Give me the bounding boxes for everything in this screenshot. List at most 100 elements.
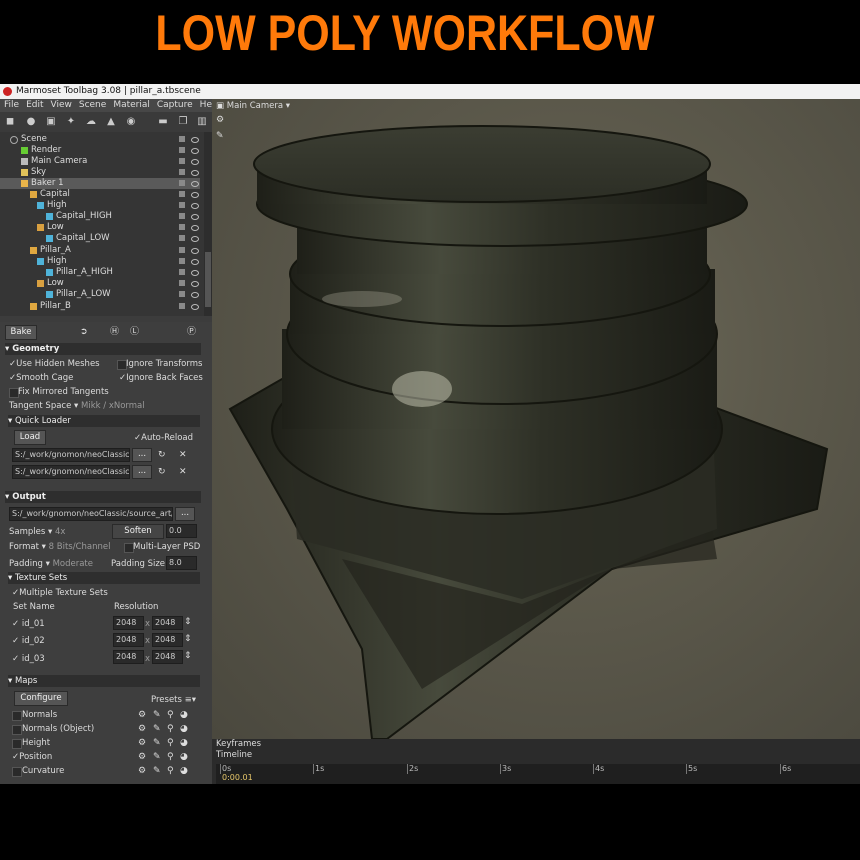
- lock-icon[interactable]: [179, 291, 185, 297]
- eye-icon[interactable]: [191, 259, 199, 265]
- output-icon[interactable]: ◕: [180, 766, 188, 776]
- res-width-field[interactable]: 2048: [113, 633, 144, 647]
- map-checkbox[interactable]: [12, 725, 22, 735]
- output-header[interactable]: ▾ Output: [5, 491, 201, 503]
- presets-dropdown[interactable]: Presets ≡▾: [151, 694, 196, 706]
- eye-icon[interactable]: [191, 214, 199, 220]
- output-icon[interactable]: ◕: [180, 724, 188, 734]
- padding-select[interactable]: Padding ▾ Moderate: [9, 558, 93, 570]
- maps-header[interactable]: ▾ Maps: [8, 675, 200, 687]
- format-select[interactable]: Format ▾ 8 Bits/Channel: [9, 541, 110, 553]
- camera-icon[interactable]: ▣: [46, 117, 56, 127]
- lock-icon[interactable]: [179, 191, 185, 197]
- tool-icon[interactable]: ✦: [66, 117, 76, 127]
- output-icon[interactable]: ◕: [180, 710, 188, 720]
- edit-icon[interactable]: ✎: [153, 724, 161, 734]
- tree-item-pillar-b[interactable]: Pillar_B: [0, 301, 200, 312]
- edit-icon[interactable]: ✎: [153, 752, 161, 762]
- ignore-back-faces-checkbox[interactable]: ✓Ignore Back Faces: [119, 372, 203, 384]
- close-icon[interactable]: ✕: [179, 467, 187, 477]
- bake-button[interactable]: Bake: [5, 325, 37, 340]
- padding-size-field[interactable]: 8.0: [166, 556, 197, 570]
- eye-icon[interactable]: [191, 281, 199, 287]
- search-icon[interactable]: ⚲: [167, 766, 174, 776]
- gear-icon[interactable]: ⚙: [138, 724, 146, 734]
- lock-icon[interactable]: [179, 180, 185, 186]
- eye-icon[interactable]: [191, 248, 199, 254]
- configure-button[interactable]: Configure: [14, 691, 68, 706]
- gear-icon[interactable]: ⚙: [138, 752, 146, 762]
- lock-icon[interactable]: [179, 258, 185, 264]
- menu-material[interactable]: Material: [113, 100, 150, 110]
- menu-file[interactable]: File: [4, 100, 19, 110]
- copy-icon[interactable]: ❐: [178, 117, 188, 127]
- res-width-field[interactable]: 2048: [113, 616, 144, 630]
- timeline-track[interactable]: 0s 1s 2s 3s 4s 5s 6s 0:00.01: [216, 764, 860, 784]
- bake-options-icon[interactable]: ➲: [80, 327, 88, 337]
- gear-icon[interactable]: ⚙: [138, 738, 146, 748]
- tree-item-pillar-a[interactable]: Pillar_A: [0, 245, 200, 256]
- tree-item-scene[interactable]: Scene: [0, 134, 200, 145]
- gear-icon[interactable]: ⚙: [138, 766, 146, 776]
- eye-icon[interactable]: [191, 292, 199, 298]
- texture-set-row[interactable]: ✓ id_01: [12, 618, 45, 630]
- tree-item-low[interactable]: Low: [0, 222, 200, 233]
- lock-icon[interactable]: [179, 280, 185, 286]
- cloud-icon[interactable]: ☁: [86, 117, 96, 127]
- quick-loader-path-1[interactable]: S:/_work/gnomon/neoClassic: [12, 448, 130, 462]
- lock-icon[interactable]: [179, 147, 185, 153]
- low-icon[interactable]: Ⓛ: [130, 327, 139, 337]
- map-checkbox[interactable]: [12, 739, 22, 749]
- lock-icon[interactable]: [179, 158, 185, 164]
- eye-icon[interactable]: [191, 270, 199, 276]
- reload-icon[interactable]: ↻: [158, 450, 166, 460]
- quick-loader-header[interactable]: ▾ Quick Loader: [8, 415, 200, 427]
- close-icon[interactable]: ✕: [179, 450, 187, 460]
- tree-item-pillar-a-high[interactable]: Pillar_A_HIGH: [0, 267, 200, 278]
- search-icon[interactable]: ⚲: [167, 724, 174, 734]
- sphere-icon[interactable]: ◉: [126, 117, 136, 127]
- eye-icon[interactable]: [191, 170, 199, 176]
- eye-icon[interactable]: [191, 225, 199, 231]
- lock-icon[interactable]: [179, 213, 185, 219]
- eye-icon[interactable]: [191, 304, 199, 310]
- high-icon[interactable]: Ⓗ: [110, 327, 119, 337]
- texture-set-row[interactable]: ✓ id_02: [12, 635, 45, 647]
- use-hidden-meshes-checkbox[interactable]: ✓Use Hidden Meshes: [9, 358, 100, 370]
- auto-reload-checkbox[interactable]: ✓Auto-Reload: [134, 432, 193, 444]
- res-height-field[interactable]: 2048: [152, 616, 183, 630]
- stepper-icon[interactable]: ⇕: [184, 617, 192, 627]
- tree-item-high[interactable]: High: [0, 200, 200, 211]
- map-checkbox[interactable]: [12, 767, 22, 777]
- output-browse-button[interactable]: ...: [175, 507, 195, 521]
- lock-icon[interactable]: [179, 269, 185, 275]
- stepper-icon[interactable]: ⇕: [184, 634, 192, 644]
- lock-icon[interactable]: [179, 169, 185, 175]
- search-icon[interactable]: ⚲: [167, 710, 174, 720]
- light-icon[interactable]: ●: [26, 117, 36, 127]
- edit-icon[interactable]: ✎: [153, 738, 161, 748]
- texture-set-row[interactable]: ✓ id_03: [12, 653, 45, 665]
- smooth-cage-checkbox[interactable]: ✓Smooth Cage: [9, 372, 73, 384]
- gear-icon[interactable]: ⚙: [138, 710, 146, 720]
- map-checkbox[interactable]: [12, 711, 22, 721]
- tree-item-pillar-a-low[interactable]: Pillar_A_LOW: [0, 289, 200, 300]
- output-path-field[interactable]: S:/_work/gnomon/neoClassic/source_art/j: [9, 507, 173, 521]
- lock-icon[interactable]: [179, 235, 185, 241]
- eye-icon[interactable]: [191, 159, 199, 165]
- lock-icon[interactable]: [179, 136, 185, 142]
- lock-icon[interactable]: [179, 303, 185, 309]
- preview-icon[interactable]: Ⓟ: [187, 327, 196, 337]
- menu-edit[interactable]: Edit: [26, 100, 43, 110]
- lock-icon[interactable]: [179, 202, 185, 208]
- tree-item-baker-1[interactable]: Baker 1: [0, 178, 200, 189]
- eye-icon[interactable]: [191, 181, 199, 187]
- geometry-header[interactable]: ▾ Geometry: [5, 343, 201, 355]
- search-icon[interactable]: ⚲: [167, 752, 174, 762]
- search-icon[interactable]: ⚲: [167, 738, 174, 748]
- menu-capture[interactable]: Capture: [157, 100, 193, 110]
- reload-icon[interactable]: ↻: [158, 467, 166, 477]
- stepper-icon[interactable]: ⇕: [184, 651, 192, 661]
- eye-icon[interactable]: [191, 137, 199, 143]
- tree-item-low[interactable]: Low: [0, 278, 200, 289]
